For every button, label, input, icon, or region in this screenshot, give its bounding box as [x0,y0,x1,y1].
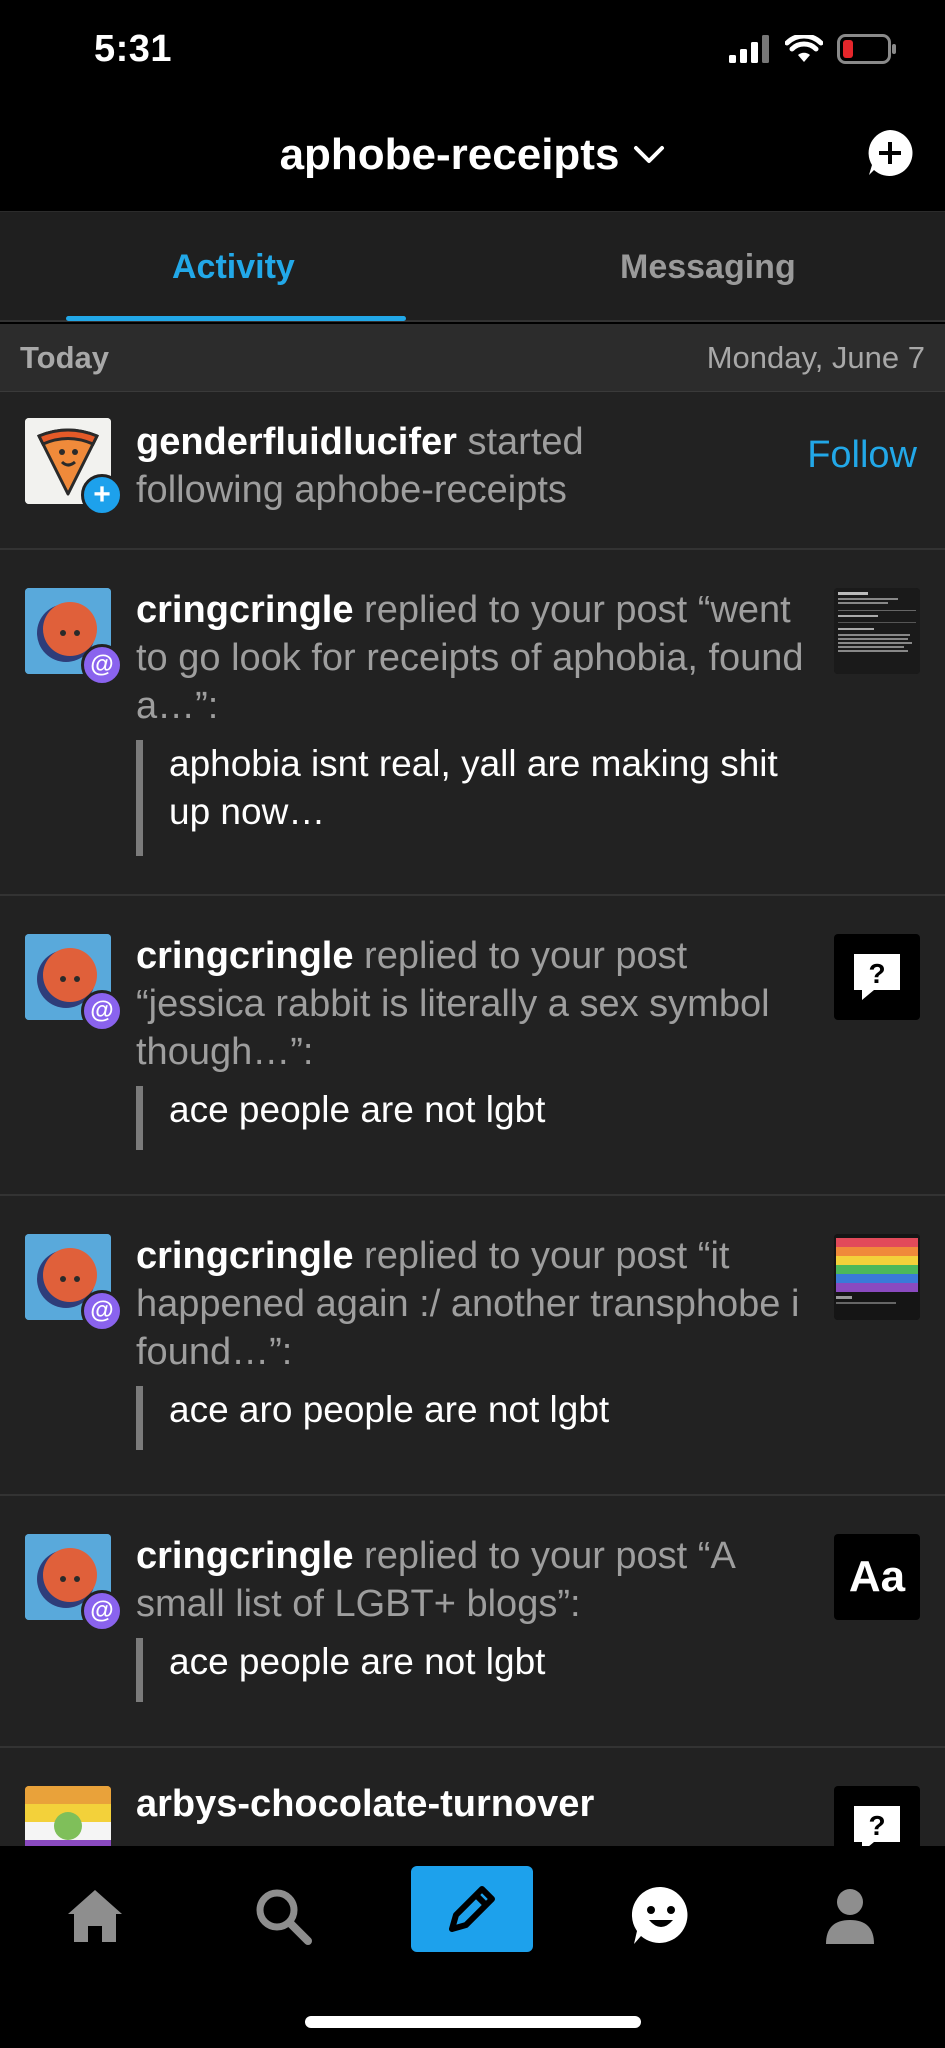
reply-quote: ace people are not lgbt [136,1638,805,1702]
avatar[interactable]: @ [25,1534,123,1632]
follow-badge-icon: + [81,474,123,516]
account-icon [826,1889,874,1944]
section-date: Monday, June 7 [706,340,925,375]
activity-list: + genderfluidlucifer started following a… [0,392,945,1846]
item-text: cringcringle replied to your post “jessi… [136,935,770,1073]
username[interactable]: cringcringle [136,1535,354,1577]
svg-text:?: ? [868,958,885,989]
item-text: cringcringle replied to your post “went … [136,589,804,727]
avatar[interactable]: + [25,418,123,516]
post-thumbnail[interactable]: ? [834,1786,920,1846]
activity-face-icon [631,1886,688,1944]
mention-badge-icon: @ [81,990,123,1032]
list-item[interactable]: @ cringcringle replied to your post “wen… [0,550,945,896]
home-icon [68,1890,122,1942]
post-thumbnail[interactable] [834,1234,920,1320]
nav-search[interactable] [228,1866,338,1966]
signal-icon [729,35,769,63]
ask-bubble-icon: ? [854,954,900,1000]
section-title: Today [20,340,109,375]
list-item[interactable]: arbys-chocolate-turnover ? [0,1748,945,1846]
list-item[interactable]: @ cringcringle replied to your post “jes… [0,896,945,1196]
app-header: aphobe-receipts [0,100,945,212]
nav-home[interactable] [40,1866,150,1966]
chevron-down-icon [634,146,665,163]
section-header: Today Monday, June 7 [0,324,945,392]
status-bar: 5:31 [0,0,945,100]
reply-quote: aphobia isnt real, yall are making shit … [136,740,805,856]
screenshot-thumbnail-icon [834,588,920,674]
blog-switcher[interactable]: aphobe-receipts [0,130,945,180]
list-item[interactable]: @ cringcringle replied to your post “it … [0,1196,945,1496]
text-post-icon: Aa [848,1552,906,1601]
blog-name: aphobe-receipts [279,130,620,179]
rainbow-image-thumbnail-icon [834,1234,920,1320]
nav-activity[interactable] [606,1866,716,1966]
tab-messaging[interactable]: Messaging [620,248,796,287]
wifi-icon [785,35,823,62]
nav-account[interactable] [795,1866,905,1966]
username[interactable]: cringcringle [136,1235,354,1277]
username[interactable]: cringcringle [136,589,354,631]
tab-activity[interactable]: Activity [172,248,295,287]
compose-icon [449,1886,495,1932]
avatar[interactable]: @ [25,934,123,1032]
username[interactable]: cringcringle [136,935,354,977]
avatar[interactable]: @ [25,1234,123,1332]
list-item[interactable]: + genderfluidlucifer started following a… [0,392,945,550]
avatar[interactable] [25,1786,111,1846]
pride-avatar-icon [25,1786,111,1846]
username[interactable]: arbys-chocolate-turnover [136,1783,594,1825]
username[interactable]: genderfluidlucifer [136,421,457,463]
list-item[interactable]: @ cringcringle replied to your post “A s… [0,1496,945,1748]
reply-quote: ace aro people are not lgbt [136,1386,805,1450]
search-icon [256,1889,312,1945]
mention-badge-icon: @ [81,1590,123,1632]
item-text: genderfluidlucifer started following aph… [136,421,584,511]
item-text: cringcringle replied to your post “A sma… [136,1535,734,1625]
battery-icon [837,34,896,64]
mention-badge-icon: @ [81,1290,123,1332]
active-tab-indicator [66,316,406,321]
avatar[interactable]: @ [25,588,123,686]
follow-button[interactable]: Follow [807,434,917,477]
post-thumbnail[interactable]: ? [834,934,920,1020]
reply-quote: ace people are not lgbt [136,1086,805,1150]
nav-compose[interactable] [411,1866,533,1952]
new-message-icon[interactable] [865,128,915,178]
ask-bubble-icon: ? [854,1806,900,1846]
post-thumbnail[interactable]: Aa [834,1534,920,1620]
item-text: cringcringle replied to your post “it ha… [136,1235,800,1373]
status-icons [729,34,897,64]
bottom-nav [0,1846,945,2048]
post-thumbnail[interactable] [834,588,920,674]
svg-text:?: ? [868,1810,885,1841]
mention-badge-icon: @ [81,644,123,686]
status-time: 5:31 [94,28,173,70]
item-text: arbys-chocolate-turnover [136,1780,805,1828]
home-indicator [305,2016,641,2028]
tab-bar: Activity Messaging [0,212,945,322]
